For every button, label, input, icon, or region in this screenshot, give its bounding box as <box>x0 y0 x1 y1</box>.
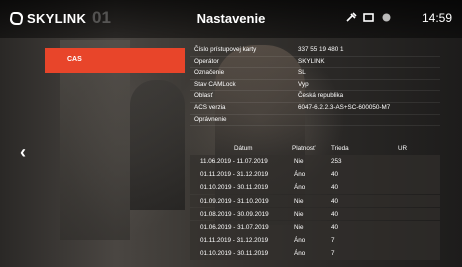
table-row: 01.10.2019 - 30.11.2019 Áno 40 <box>190 181 440 194</box>
info-key: Operátor <box>194 57 219 65</box>
column-header-valid: Platnosť <box>292 145 316 152</box>
cell-class: 7 <box>331 237 335 245</box>
cell-date: 01.11.2019 - 31.12.2019 <box>200 237 269 245</box>
info-key: Stav CAMLock <box>194 80 236 88</box>
cell-date: 01.11.2019 - 31.12.2019 <box>200 171 269 179</box>
column-header-ur: UR <box>398 145 408 152</box>
top-bar: SKYLINK 01 Nastavenie 14:59 <box>0 0 462 38</box>
cell-class: 40 <box>331 171 339 179</box>
clock: 14:59 <box>421 11 452 25</box>
table-row: 01.08.2019 - 30.09.2019 Nie 40 <box>190 207 440 221</box>
table-row: 01.10.2019 - 30.11.2019 Áno 7 <box>190 247 440 260</box>
info-key: Oblasť <box>194 92 213 100</box>
screen-icon <box>363 12 374 26</box>
cell-valid: Áno <box>294 237 306 245</box>
status-icons <box>346 12 402 26</box>
cell-valid: Áno <box>294 171 306 179</box>
info-key: Označenie <box>194 69 225 77</box>
record-dot-icon <box>381 12 392 26</box>
cell-class: 253 <box>331 158 342 165</box>
table-header: Dátum Platnosť Trieda UR <box>190 143 440 155</box>
card-reader-icon <box>346 12 357 26</box>
table-row: 11.06.2019 - 11.07.2019 Nie 253 <box>190 155 440 168</box>
cell-date: 01.10.2019 - 30.11.2019 <box>200 184 269 192</box>
cell-valid: Nie <box>294 223 304 231</box>
info-row: ACS verzia 6047-6.2.2.3-AS+SC-600050-M7 <box>190 103 440 115</box>
column-header-date: Dátum <box>234 145 253 152</box>
cell-valid: Nie <box>294 210 304 218</box>
cell-date: 01.06.2019 - 31.07.2019 <box>200 223 269 231</box>
cell-class: 40 <box>331 197 339 205</box>
cell-valid: Nie <box>294 197 304 205</box>
cell-date: 01.09.2019 - 31.10.2019 <box>200 197 269 205</box>
info-key: Číslo prístupovej karty <box>194 46 257 53</box>
info-row: Stav CAMLock Vyp <box>190 80 440 92</box>
tv-screen: SKYLINK 01 Nastavenie 14:59 CAS ‹ Číslo … <box>0 0 462 267</box>
chevron-left-icon[interactable]: ‹ <box>20 143 26 161</box>
cell-valid: Nie <box>294 158 304 165</box>
cell-date: 11.06.2019 - 11.07.2019 <box>200 158 268 165</box>
table-row: 01.11.2019 - 31.12.2019 Áno 40 <box>190 168 440 181</box>
cell-date: 01.08.2019 - 30.09.2019 <box>200 210 269 218</box>
cell-class: 40 <box>331 223 339 231</box>
card-info-list: Číslo prístupovej karty 337 55 19 480 1 O… <box>190 45 440 127</box>
column-header-class: Trieda <box>331 145 349 152</box>
info-key: ACS verzia <box>194 103 226 111</box>
entitlements-table: Dátum Platnosť Trieda UR 11.06.2019 - 11… <box>190 143 440 261</box>
info-value: 6047-6.2.2.3-AS+SC-600050-M7 <box>298 103 391 111</box>
info-value: SKYLINK <box>298 57 325 65</box>
info-value: SL <box>298 69 306 77</box>
menu-item-cas[interactable]: CAS <box>45 48 185 73</box>
info-value: Česká republika <box>298 92 344 100</box>
table-row: 01.06.2019 - 31.07.2019 Nie 40 <box>190 220 440 234</box>
info-row: Operátor SKYLINK <box>190 57 440 69</box>
info-key: Oprávnenie <box>194 115 227 123</box>
info-value: 337 55 19 480 1 <box>298 46 344 53</box>
cell-valid: Áno <box>294 184 306 192</box>
cell-date: 01.10.2019 - 30.11.2019 <box>200 250 269 258</box>
cell-class: 40 <box>331 210 339 218</box>
video-background-figure <box>130 80 185 210</box>
cell-class: 40 <box>331 184 339 192</box>
table-row: 01.11.2019 - 31.12.2019 Áno 7 <box>190 234 440 247</box>
table-row: 01.09.2019 - 31.10.2019 Nie 40 <box>190 194 440 208</box>
menu-item-label: CAS <box>67 56 82 63</box>
info-row: Označenie SL <box>190 68 440 80</box>
info-row: Oblasť Česká republika <box>190 91 440 103</box>
cell-valid: Áno <box>294 250 306 258</box>
info-value: Vyp <box>298 80 309 88</box>
info-row: Číslo prístupovej karty 337 55 19 480 1 <box>190 45 440 57</box>
info-row: Oprávnenie <box>190 115 440 127</box>
cell-class: 7 <box>331 250 335 258</box>
